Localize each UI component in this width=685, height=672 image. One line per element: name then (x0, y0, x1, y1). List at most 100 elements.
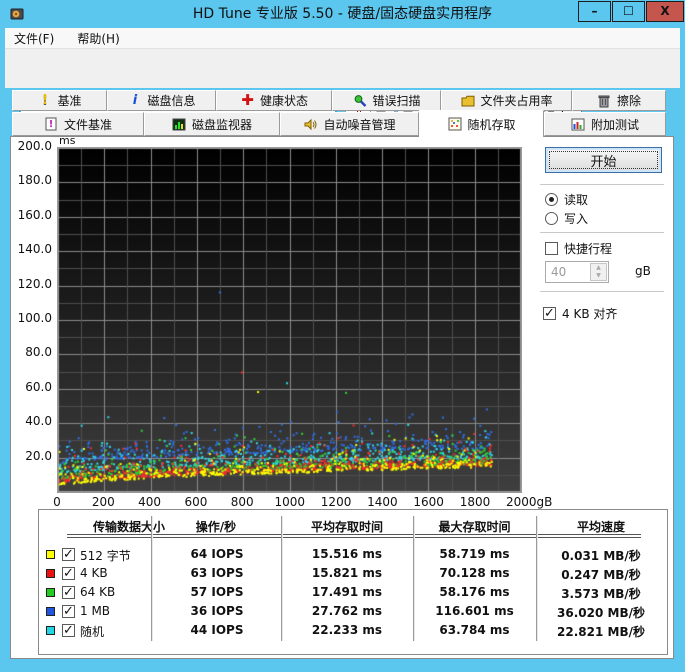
read-label: 读取 (564, 193, 589, 207)
tab-错误扫描[interactable]: 错误扫描 (332, 90, 441, 111)
avg-access-value: 15.516 ms (311, 547, 383, 561)
x-tick-label: 400 (138, 495, 162, 509)
series-checkbox[interactable] (62, 585, 75, 600)
info-icon: i (132, 93, 138, 108)
title-bar[interactable]: HD Tune 专业版 5.50 - 硬盘/固态硬盘实用程序 – ☐ X (0, 0, 685, 28)
folder-icon (460, 93, 475, 108)
x-tick-label: 1200 (320, 495, 352, 509)
avg-access-value: 15.821 ms (311, 566, 383, 580)
avg-speed-value: 22.821 MB/秒 (557, 625, 645, 639)
align-4kb-label: 4 KB 对齐 (562, 307, 618, 321)
max-access-value: 63.784 ms (439, 623, 510, 637)
x-tick-label: 200 (91, 495, 115, 509)
col-header-avg: 平均存取时间 (310, 520, 383, 534)
tab-label: 随机存取 (467, 117, 516, 132)
app-window: HD Tune 专业版 5.50 - 硬盘/固态硬盘实用程序 – ☐ X 文件(… (0, 0, 685, 672)
separator (540, 184, 664, 186)
col-header-max: 最大存取时间 (438, 520, 511, 534)
series-color-swatch (46, 626, 55, 635)
y-tick-label: 20.0 (25, 448, 52, 463)
random-access-scatter-chart (57, 147, 522, 493)
minimize-button[interactable]: – (578, 1, 611, 22)
tab-擦除[interactable]: 擦除 (572, 90, 666, 111)
close-button[interactable]: X (646, 1, 684, 22)
max-access-value: 116.601 ms (435, 604, 514, 618)
table-row-随机: 随机 44 IOPS 22.233 ms 63.784 ms 22.821 MB/秒 (39, 622, 669, 641)
series-checkbox[interactable] (62, 547, 75, 562)
y-tick-label: 180.0 (17, 173, 52, 188)
x-tick-label: 800 (230, 495, 254, 509)
tab-附加测试[interactable]: 附加测试 (544, 112, 666, 136)
x-tick-label: 1600 (413, 495, 444, 509)
y-tick-label: 40.0 (25, 414, 52, 429)
avg-access-value: 27.762 ms (311, 604, 383, 618)
menu-help[interactable]: 帮助(H) (68, 29, 128, 50)
y-tick-label: 100.0 (17, 311, 52, 325)
short-stroke-checkbox[interactable] (545, 242, 558, 255)
tab-label: 附加测试 (590, 117, 639, 132)
iops-value: 36 IOPS (190, 604, 244, 618)
series-label: 64 KB (80, 585, 116, 599)
x-tick-label: 2000gB (506, 495, 553, 509)
separator (540, 232, 664, 234)
avg-speed-value: 36.020 MB/秒 (557, 606, 645, 620)
tab-磁盘信息[interactable]: i 磁盘信息 (107, 90, 216, 111)
tab-基准[interactable]: ! 基准 (12, 90, 107, 111)
series-label: 随机 (80, 625, 105, 639)
menu-file[interactable]: 文件(F) (5, 29, 63, 50)
short-stroke-size-spinner[interactable]: 40 ▲ ▼ (545, 261, 609, 283)
spinner-arrows[interactable]: ▲ ▼ (590, 263, 607, 281)
series-checkbox[interactable] (62, 604, 75, 619)
avg-speed-value: 0.031 MB/秒 (561, 549, 641, 563)
spinner-down-icon[interactable]: ▼ (596, 272, 601, 280)
align-row[interactable]: 4 KB 对齐 (543, 305, 617, 322)
tab-自动噪音管理[interactable]: 自动噪音管理 (280, 112, 419, 136)
y-tick-label: 80.0 (25, 345, 52, 360)
short-stroke-row[interactable]: 快捷行程 (545, 240, 612, 257)
monitor-bars-icon (172, 117, 187, 132)
short-stroke-unit-label: gB (635, 264, 651, 278)
separator (540, 291, 664, 293)
table-row-1 MB: 1 MB 36 IOPS 27.762 ms 116.601 ms 36.020 MB/… (39, 603, 669, 622)
scatter-dots-icon (447, 117, 462, 132)
spinner-up-icon[interactable]: ▲ (596, 264, 601, 272)
tab-文件基准[interactable]: ! 文件基准 (12, 112, 144, 136)
toolbar: WDC WD20EARX-00PASB0 (2000 gB) ▼ 31℃ (5, 49, 680, 132)
read-radio[interactable] (545, 193, 558, 206)
iops-value: 57 IOPS (190, 585, 244, 599)
tab-健康状态[interactable]: ✚ 健康状态 (216, 90, 332, 111)
results-table: 传输数据大小 操作/秒 平均存取时间 最大存取时间 平均速度 512 字节 64 … (38, 509, 668, 655)
series-color-swatch (46, 550, 55, 559)
series-checkbox[interactable] (62, 566, 75, 581)
align-4kb-checkbox[interactable] (543, 306, 556, 321)
focus-rect (549, 151, 658, 169)
tab-随机存取[interactable]: 随机存取 (419, 110, 544, 137)
file-benchmark-icon: ! (44, 117, 59, 132)
series-checkbox[interactable] (62, 623, 75, 638)
series-color-swatch (46, 569, 55, 578)
table-row-512 字节: 512 字节 64 IOPS 15.516 ms 58.719 ms 0.031 MB/… (39, 546, 669, 565)
tab-label: 文件基准 (63, 117, 112, 132)
col-header-iops: 操作/秒 (195, 520, 237, 534)
table-row-4 KB: 4 KB 63 IOPS 15.821 ms 70.128 ms 0.247 MB/秒 (39, 565, 669, 584)
read-radio-row[interactable]: 读取 (545, 191, 588, 208)
write-radio[interactable] (545, 212, 558, 225)
x-tick-label: 1800 (459, 495, 491, 509)
tab-文件夹占用率[interactable]: 文件夹占用率 (441, 90, 572, 111)
maximize-button[interactable]: ☐ (612, 1, 645, 22)
avg-speed-value: 0.247 MB/秒 (561, 568, 641, 582)
health-cross-icon: ✚ (241, 91, 254, 109)
y-tick-label: 160.0 (17, 207, 52, 222)
max-access-value: 70.128 ms (439, 566, 510, 580)
col-header-speed: 平均速度 (576, 520, 625, 534)
avg-access-value: 17.491 ms (311, 585, 383, 599)
start-button[interactable]: 开始 (545, 147, 662, 173)
avg-speed-value: 3.573 MB/秒 (561, 587, 641, 601)
extra-tests-icon (571, 117, 586, 132)
write-radio-row[interactable]: 写入 (545, 210, 588, 227)
series-label: 4 KB (80, 566, 108, 580)
tab-label: 擦除 (616, 94, 641, 108)
max-access-value: 58.719 ms (439, 547, 510, 561)
tab-磁盘监视器[interactable]: 磁盘监视器 (144, 112, 280, 136)
svg-text:!: ! (49, 119, 54, 130)
